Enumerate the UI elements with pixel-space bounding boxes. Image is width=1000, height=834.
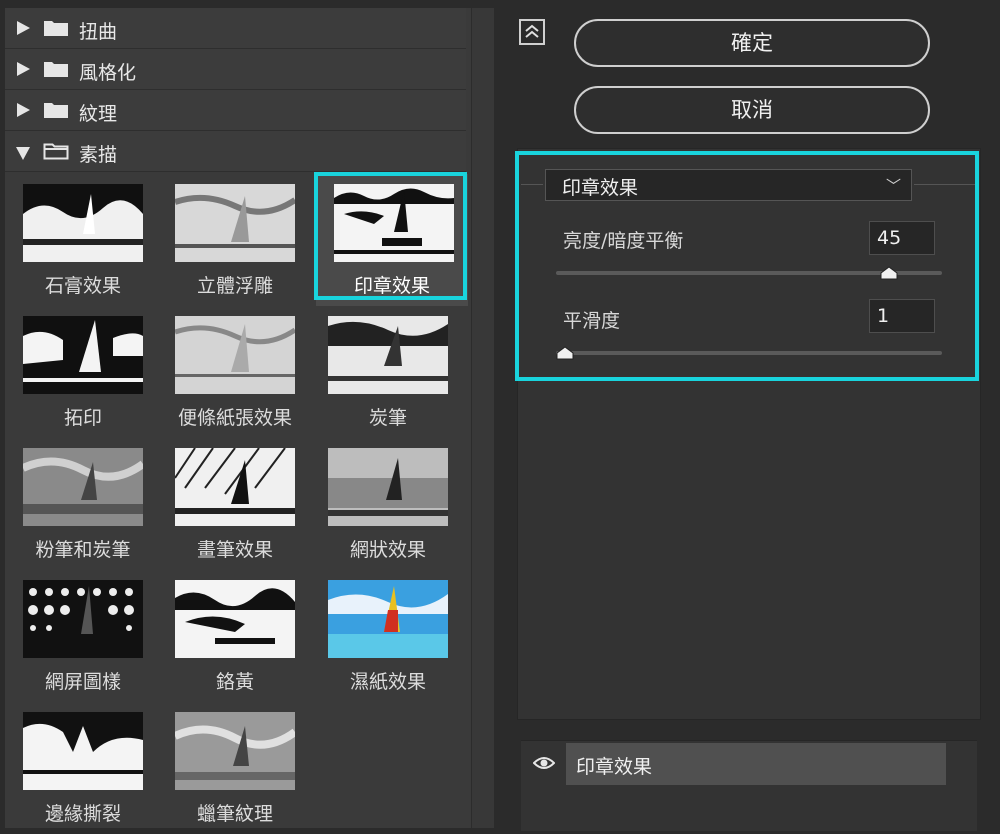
filter-label: 濕紙效果 — [349, 671, 426, 693]
effect-layers-panel: 印章效果 — [521, 740, 977, 831]
filter-preview-image — [23, 184, 143, 262]
effect-layer-label: 印章效果 — [576, 756, 653, 778]
expand-arrow-icon[interactable] — [17, 103, 30, 117]
filter-label: 網屏圖樣 — [44, 671, 121, 693]
filter-label: 便條紙張效果 — [177, 407, 292, 429]
filter-label: 邊緣撕裂 — [44, 803, 121, 825]
collapse-arrow-icon[interactable] — [16, 147, 30, 160]
selection-highlight — [314, 172, 467, 300]
collapse-panel-button[interactable] — [519, 19, 545, 45]
filter-preview-image — [23, 316, 143, 394]
filter-preview-image — [175, 580, 295, 658]
folder-open-icon — [43, 143, 69, 160]
filter-label: 鉻黃 — [215, 671, 254, 693]
filter-preview-image — [175, 184, 295, 262]
filter-tile-water-paper[interactable]: 濕紙效果 — [316, 570, 468, 702]
filter-preview-image — [328, 316, 448, 394]
filter-tile-stamp[interactable]: 印章效果 — [314, 172, 468, 306]
filter-gallery-panel: 扭曲 風格化 紋理 素描 石膏效果 立體浮雕 印章效果 拓印 便條紙張效果 炭筆… — [5, 8, 494, 828]
filter-preview-image — [23, 712, 143, 790]
filter-preview-image — [328, 580, 448, 658]
filter-preview-image — [23, 448, 143, 526]
filter-label: 拓印 — [63, 407, 102, 429]
ok-button[interactable]: 確定 — [574, 19, 930, 67]
category-label: 紋理 — [79, 103, 118, 125]
filter-preview-image — [175, 316, 295, 394]
filter-tile-graphic-pen[interactable]: 畫筆效果 — [163, 438, 315, 570]
filter-tile-plaster[interactable]: 石膏效果 — [11, 174, 163, 306]
effect-layer-row[interactable]: 印章效果 — [521, 741, 977, 785]
filter-tile-rubbing[interactable]: 拓印 — [11, 306, 163, 438]
filter-label: 網狀效果 — [349, 539, 426, 561]
filter-tile-chalk-charcoal[interactable]: 粉筆和炭筆 — [11, 438, 163, 570]
filter-label: 蠟筆紋理 — [196, 803, 273, 825]
filter-label: 立體浮雕 — [196, 275, 273, 297]
collapse-icon — [525, 24, 539, 38]
folder-icon — [44, 62, 68, 77]
category-label: 素描 — [79, 144, 118, 166]
folder-icon — [44, 103, 68, 118]
settings-highlight — [515, 151, 979, 381]
filter-tile-halftone[interactable]: 網屏圖樣 — [11, 570, 163, 702]
effect-layer-name[interactable]: 印章效果 — [566, 743, 946, 785]
filter-label: 粉筆和炭筆 — [35, 539, 131, 561]
category-stylize[interactable]: 風格化 — [5, 49, 466, 90]
filter-preview-image — [23, 580, 143, 658]
category-distort[interactable]: 扭曲 — [5, 8, 466, 49]
filter-tile-chrome[interactable]: 鉻黃 — [163, 570, 315, 702]
expand-arrow-icon[interactable] — [17, 62, 30, 76]
filter-preview-image — [175, 712, 295, 790]
filter-label: 炭筆 — [368, 407, 407, 429]
filter-tile-charcoal[interactable]: 炭筆 — [316, 306, 468, 438]
filter-preview-image — [328, 448, 448, 526]
folder-icon — [44, 21, 68, 36]
scrollbar[interactable] — [471, 8, 494, 828]
filter-tile-reticulation[interactable]: 網狀效果 — [316, 438, 468, 570]
filter-tile-note-paper[interactable]: 便條紙張效果 — [163, 306, 315, 438]
category-label: 風格化 — [79, 62, 137, 84]
filter-label: 石膏效果 — [44, 275, 121, 297]
filter-tile-torn-edges[interactable]: 邊緣撕裂 — [11, 702, 163, 834]
category-label: 扭曲 — [79, 21, 118, 43]
filter-tile-conte-crayon[interactable]: 蠟筆紋理 — [163, 702, 315, 834]
filter-label: 畫筆效果 — [196, 539, 273, 561]
expand-arrow-icon[interactable] — [17, 21, 30, 35]
category-sketch[interactable]: 素描 — [5, 131, 466, 172]
cancel-button[interactable]: 取消 — [574, 86, 930, 134]
filter-preview-image — [175, 448, 295, 526]
eye-icon[interactable] — [533, 753, 555, 773]
category-texture[interactable]: 紋理 — [5, 90, 466, 131]
filter-tile-bas-relief[interactable]: 立體浮雕 — [163, 174, 315, 306]
